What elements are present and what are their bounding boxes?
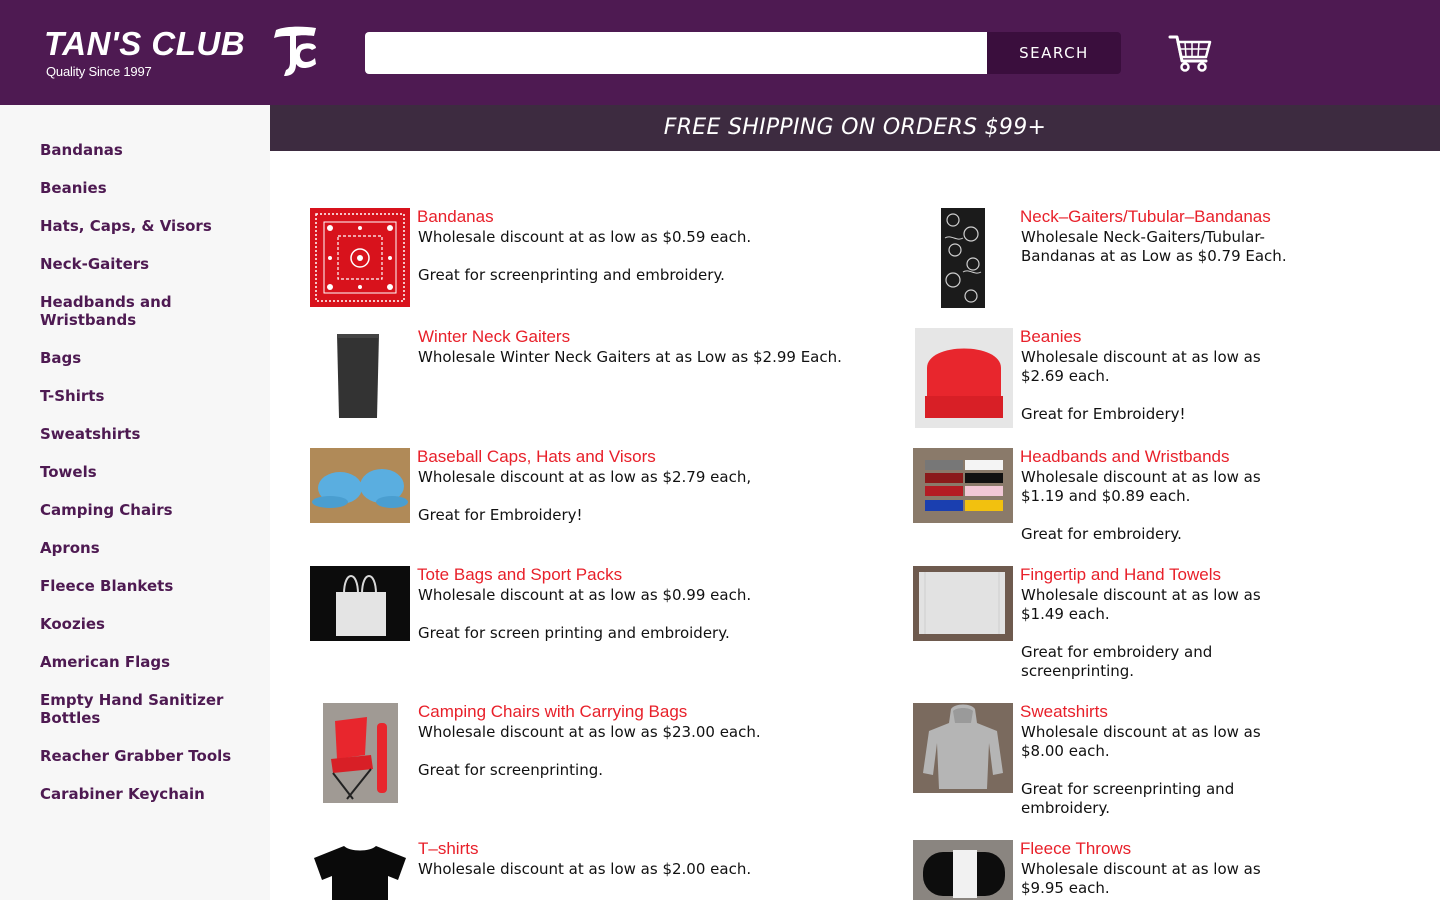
product-desc-neck-gaiters-tubular: Wholesale Neck-Gaiters/Tubular-Bandanas … — [1021, 228, 1287, 265]
logo-title: TAN'S CLUB — [44, 25, 246, 62]
product-image-towels[interactable] — [913, 566, 1013, 641]
product-image-sweatshirts[interactable] — [913, 703, 1013, 793]
product-desc-beanies: Wholesale discount at as low as $2.69 ea… — [1021, 348, 1261, 385]
sidebar-item-american-flags[interactable]: American Flags — [40, 653, 250, 671]
product-title-tote-bags[interactable]: Tote Bags and Sport Packs — [417, 565, 622, 584]
product-image-beanies[interactable] — [915, 328, 1013, 428]
product-desc-towels: Wholesale discount at as low as $1.49 ea… — [1021, 586, 1261, 623]
sidebar-item-hand-sanitizer-bottles[interactable]: Empty Hand Sanitizer Bottles — [40, 691, 240, 727]
product-desc-winter-neck-gaiters: Wholesale Winter Neck Gaiters at as Low … — [418, 348, 842, 366]
product-note-bandanas: Great for screenprinting and embroidery. — [418, 266, 725, 284]
sidebar-item-hats[interactable]: Hats, Caps, & Visors — [40, 217, 250, 235]
product-desc-fleece-throws: Wholesale discount at as low as $9.95 ea… — [1021, 860, 1261, 897]
product-note-sweatshirts: Great for screenprinting and embroidery. — [1021, 780, 1235, 817]
product-title-neck-gaiters-tubular[interactable]: Neck–Gaiters/Tubular–Bandanas — [1020, 207, 1271, 226]
product-image-headbands[interactable] — [913, 448, 1013, 523]
product-note-camping-chairs: Great for screenprinting. — [418, 761, 603, 779]
product-note-headbands: Great for embroidery. — [1021, 525, 1182, 543]
site-logo[interactable]: TAN'S CLUB Quality Since 1997 — [44, 24, 319, 84]
site-header: TAN'S CLUB Quality Since 1997 SEARCH — [0, 0, 1440, 105]
product-note-beanies: Great for Embroidery! — [1021, 405, 1186, 423]
sidebar-item-camping-chairs[interactable]: Camping Chairs — [40, 501, 250, 519]
product-note-tote-bags: Great for screen printing and embroidery… — [418, 624, 730, 642]
sidebar-item-towels[interactable]: Towels — [40, 463, 250, 481]
product-image-camping-chairs[interactable] — [323, 703, 398, 803]
product-desc-tote-bags: Wholesale discount at as low as $0.99 ea… — [418, 586, 752, 604]
product-title-bandanas[interactable]: Bandanas — [417, 207, 494, 226]
logo-tc-mark-icon — [274, 26, 316, 76]
product-title-headbands[interactable]: Headbands and Wristbands — [1020, 447, 1230, 466]
product-image-baseball-caps[interactable] — [310, 448, 410, 523]
product-desc-camping-chairs: Wholesale discount at as low as $23.00 e… — [418, 723, 761, 741]
search-button[interactable]: SEARCH — [987, 32, 1121, 74]
product-title-sweatshirts[interactable]: Sweatshirts — [1020, 702, 1108, 721]
product-title-beanies[interactable]: Beanies — [1020, 327, 1081, 346]
product-image-neck-gaiters-tubular[interactable] — [941, 208, 985, 308]
product-desc-tshirts: Wholesale discount at as low as $2.00 ea… — [418, 860, 752, 878]
sidebar-item-beanies[interactable]: Beanies — [40, 179, 250, 197]
sidebar-item-fleece-blankets[interactable]: Fleece Blankets — [40, 577, 250, 595]
product-title-baseball-caps[interactable]: Baseball Caps, Hats and Visors — [417, 447, 656, 466]
sidebar-item-aprons[interactable]: Aprons — [40, 539, 250, 557]
shopping-cart-icon[interactable] — [1168, 33, 1212, 73]
sidebar-item-neck-gaiters[interactable]: Neck-Gaiters — [40, 255, 250, 273]
product-image-tote-bags[interactable] — [310, 566, 410, 641]
product-desc-sweatshirts: Wholesale discount at as low as $8.00 ea… — [1021, 723, 1261, 760]
sidebar-item-carabiner-keychain[interactable]: Carabiner Keychain — [40, 785, 250, 803]
logo-subtitle: Quality Since 1997 — [46, 64, 152, 79]
search-input[interactable] — [365, 32, 988, 74]
product-title-camping-chairs[interactable]: Camping Chairs with Carrying Bags — [418, 702, 687, 721]
sidebar-item-reacher-grabber[interactable]: Reacher Grabber Tools — [40, 747, 250, 765]
product-note-towels: Great for embroidery and screenprinting. — [1021, 643, 1213, 680]
sidebar-item-koozies[interactable]: Koozies — [40, 615, 250, 633]
product-image-bandanas[interactable] — [310, 208, 410, 307]
product-image-tshirts[interactable] — [310, 840, 410, 900]
sidebar-item-headbands[interactable]: Headbands and Wristbands — [40, 293, 220, 329]
sidebar-item-sweatshirts[interactable]: Sweatshirts — [40, 425, 250, 443]
sidebar-item-tshirts[interactable]: T-Shirts — [40, 387, 250, 405]
product-title-tshirts[interactable]: T–shirts — [418, 839, 478, 858]
product-desc-baseball-caps: Wholesale discount at as low as $2.79 ea… — [418, 468, 752, 486]
product-image-fleece-throws[interactable] — [913, 840, 1013, 900]
product-title-winter-neck-gaiters[interactable]: Winter Neck Gaiters — [418, 327, 570, 346]
product-desc-bandanas: Wholesale discount at as low as $0.59 ea… — [418, 228, 752, 246]
product-title-towels[interactable]: Fingertip and Hand Towels — [1020, 565, 1221, 584]
free-shipping-banner: FREE SHIPPING ON ORDERS $99+ — [270, 105, 1440, 151]
sidebar-item-bandanas[interactable]: Bandanas — [40, 141, 250, 159]
product-desc-headbands: Wholesale discount at as low as $1.19 an… — [1021, 468, 1261, 505]
category-sidebar: Bandanas Beanies Hats, Caps, & Visors Ne… — [0, 105, 270, 900]
sidebar-item-bags[interactable]: Bags — [40, 349, 250, 367]
product-image-winter-neck-gaiters[interactable] — [333, 332, 383, 420]
product-title-fleece-throws[interactable]: Fleece Throws — [1020, 839, 1131, 858]
product-note-baseball-caps: Great for Embroidery! — [418, 506, 583, 524]
